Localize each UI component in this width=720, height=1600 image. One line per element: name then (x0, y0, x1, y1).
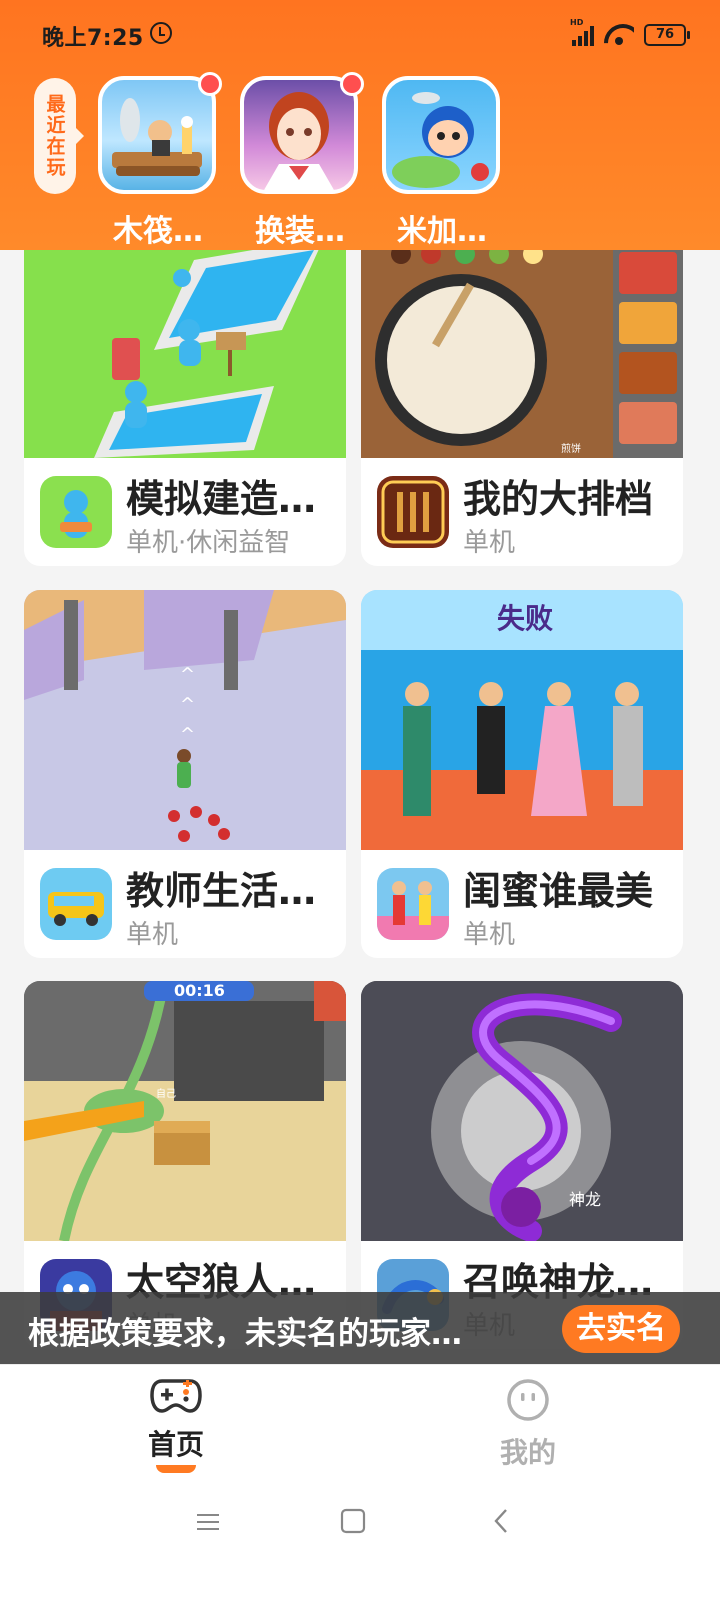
dressup-game-icon (240, 76, 358, 194)
status-bar: 晚上7:25 HD 76 (0, 0, 720, 70)
home-square-icon[interactable] (340, 1508, 366, 1534)
active-indicator (156, 1465, 196, 1473)
card-info: 模拟建造… 单机·休闲益智 (24, 458, 346, 566)
banner-text: 根据政策要求，未实名的玩家… (28, 1316, 462, 1352)
alarm-icon (150, 22, 172, 44)
game-title: 模拟建造… (126, 477, 317, 521)
system-nav-bar (0, 1476, 720, 1600)
recent-game-raft[interactable]: 木筏… (98, 72, 222, 250)
battery-level: 76 (655, 27, 675, 42)
card-info: 闺蜜谁最美 单机 (361, 850, 683, 958)
real-name-banner: 根据政策要求，未实名的玩家… 去实名 (0, 1292, 720, 1364)
new-badge (340, 72, 364, 96)
food-stall-app-icon (377, 476, 449, 548)
game-subtitle: 单机·休闲益智 (126, 528, 291, 558)
game-title: 我的大排档 (463, 477, 654, 521)
smiley-icon (507, 1379, 549, 1421)
nav-home-label: 首页 (147, 1428, 204, 1461)
beauty-game-screenshot: 失败 (361, 590, 683, 850)
status-right: HD 76 (570, 18, 690, 50)
game-title: 教师生活… (126, 869, 317, 913)
svg-text:^: ^ (180, 724, 195, 745)
nav-mine[interactable]: 我的 (468, 1377, 588, 1471)
teacher-game-screenshot: ^ ^ ^ (24, 590, 346, 850)
recent-played-tag: 最近在玩 (34, 78, 84, 194)
gamepad-icon (150, 1379, 202, 1413)
svg-text:^: ^ (180, 664, 195, 685)
miga-game-icon (382, 76, 500, 194)
recent-game-miga[interactable]: 米加… (382, 76, 502, 250)
nav-mine-label: 我的 (499, 1436, 556, 1469)
game-title: 闺蜜谁最美 (463, 869, 654, 913)
recent-game-label: 换装… (255, 214, 345, 249)
dragon-label: 神龙 (569, 1190, 601, 1209)
wifi-icon (604, 24, 634, 46)
pancake-label: 煎饼 (561, 442, 581, 455)
teacher-app-icon (40, 868, 112, 940)
network-type: HD (570, 18, 584, 27)
verify-real-name-button[interactable]: 去实名 (562, 1305, 680, 1353)
recent-game-dressup[interactable]: 换装… (240, 72, 364, 250)
signal-icon: HD (570, 18, 594, 46)
build-app-icon (40, 476, 112, 548)
game-subtitle: 单机 (463, 528, 516, 558)
fail-text: 失败 (497, 602, 553, 635)
new-badge (198, 72, 222, 96)
dragon-game-screenshot: 神龙 (361, 981, 683, 1242)
recent-game-label: 木筏… (113, 214, 203, 249)
beauty-app-icon (377, 868, 449, 940)
nav-home[interactable]: 首页 (116, 1377, 236, 1473)
card-info: 我的大排档 单机 (361, 458, 683, 566)
raft-game-icon (98, 76, 216, 194)
game-card-beauty[interactable]: 失败 闺蜜谁最美 单机 (361, 590, 683, 958)
timer-text: 00:16 (174, 981, 225, 1000)
status-time: 晚上7:25 (42, 26, 144, 51)
card-info: 教师生活… 单机 (24, 850, 346, 958)
self-label: 自己 (156, 1087, 176, 1100)
recent-game-label: 米加… (397, 214, 487, 249)
header: 晚上7:25 HD 76 最近在玩 木筏… 换装… 米加… (0, 0, 720, 250)
game-card-teacher[interactable]: ^ ^ ^ 教师生活… 单机 (24, 590, 346, 958)
bottom-nav: 首页 我的 (0, 1364, 720, 1476)
battery-icon: 76 (644, 24, 690, 46)
werewolf-game-screenshot: 00:16 自己 (24, 981, 346, 1242)
svg-text:^: ^ (180, 694, 195, 715)
menu-icon[interactable] (196, 1510, 220, 1534)
back-icon[interactable] (492, 1508, 512, 1534)
game-subtitle: 单机 (463, 920, 516, 950)
game-subtitle: 单机 (126, 920, 179, 950)
